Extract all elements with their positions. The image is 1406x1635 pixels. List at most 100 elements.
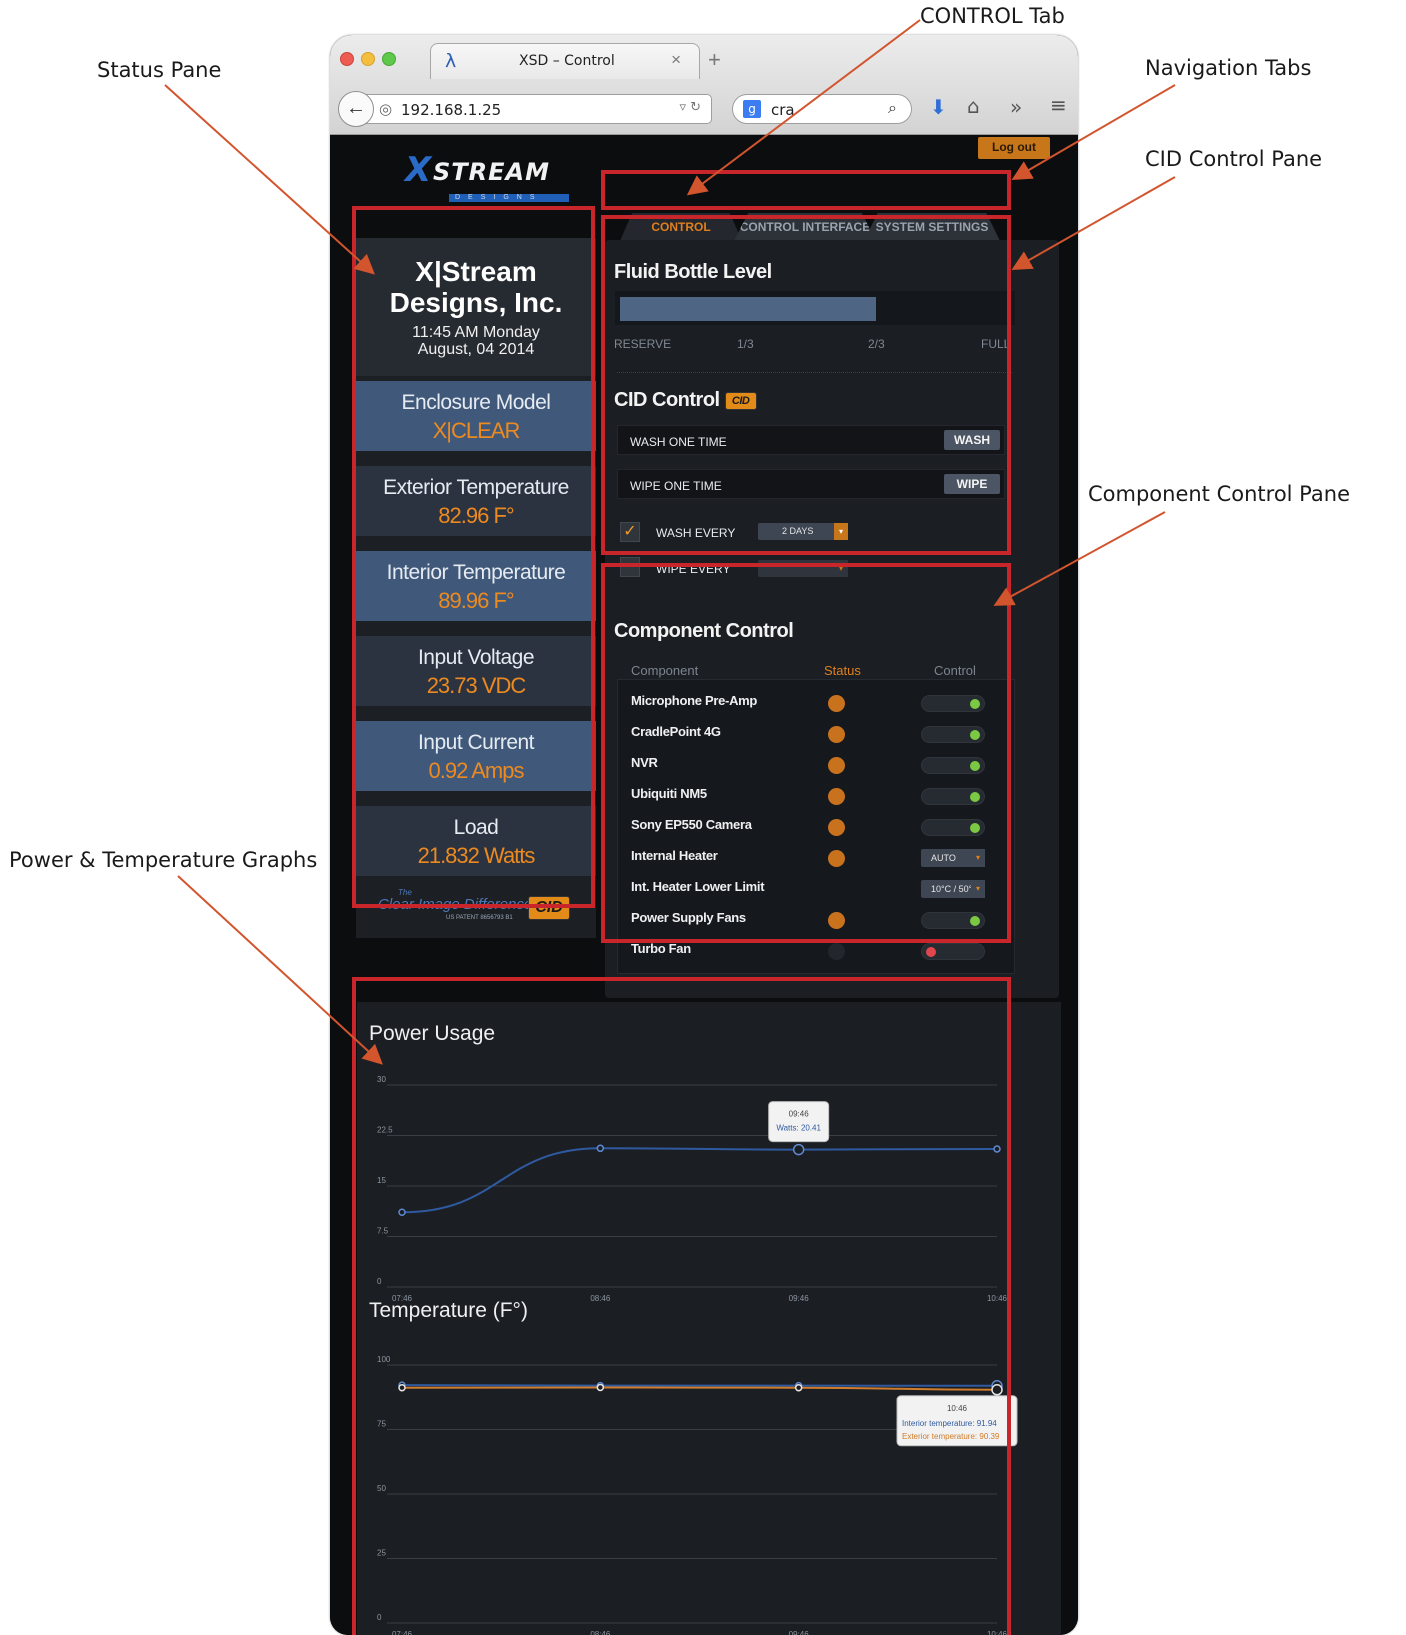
fluid-bottle-title: Fluid Bottle Level xyxy=(614,261,772,283)
column-header-component: Component xyxy=(631,663,699,678)
component-name: NVR xyxy=(631,755,658,770)
search-input[interactable]: g cra ⌕ xyxy=(732,94,912,124)
fluid-tick-full: FULL xyxy=(981,337,1011,351)
status-card-interior-temperature: Interior Temperature 89.96 F° xyxy=(356,551,596,621)
time-text: 11:45 AM Monday xyxy=(412,324,540,341)
component-name: Turbo Fan xyxy=(631,941,691,956)
fluid-tick-reserve: RESERVE xyxy=(614,337,672,351)
status-card-input-voltage: Input Voltage 23.73 VDC xyxy=(356,636,596,706)
tooltip-interior: Interior temperature: 91.94 xyxy=(902,1419,997,1428)
wash-button[interactable]: WASH xyxy=(944,430,1000,450)
x-tick-label: 09:46 xyxy=(789,1294,810,1303)
status-indicator xyxy=(828,788,845,805)
status-indicator xyxy=(828,850,845,867)
cid-control-title-text: CID Control xyxy=(614,389,720,411)
new-tab-icon[interactable]: + xyxy=(708,47,721,73)
status-pane: X|Stream Designs, Inc. 11:45 AM Monday Aug… xyxy=(356,238,596,938)
status-card-enclosure-model: Enclosure Model X|CLEAR xyxy=(356,381,596,451)
x-tick-label: 10:46 xyxy=(987,1630,1008,1635)
component-toggle[interactable] xyxy=(921,943,985,960)
x-tick-label: 07:46 xyxy=(392,1294,413,1303)
component-select-value: AUTO xyxy=(931,853,956,863)
component-select[interactable]: AUTO ▾ xyxy=(921,849,985,867)
tab-control[interactable]: CONTROL xyxy=(620,213,742,241)
reload-icon[interactable]: ▿ ↻ xyxy=(679,100,701,115)
company-line-1: X|Stream xyxy=(415,256,537,287)
callout-component-control-pane: Component Control Pane xyxy=(1088,482,1350,506)
status-header: X|Stream Designs, Inc. 11:45 AM Monday Aug… xyxy=(356,238,596,376)
fluid-level-fill xyxy=(620,297,876,321)
card-label: Exterior Temperature xyxy=(383,476,569,499)
component-select[interactable]: 10°C / 50°F ▾ xyxy=(921,880,985,898)
x-tick-label: 08:46 xyxy=(590,1630,611,1635)
toggle-knob xyxy=(926,947,936,957)
wipe-button[interactable]: WIPE xyxy=(944,474,1000,494)
graphs-panel: Power Usage Temperature (F°) 0 7.5 15 22.5 3… xyxy=(357,1002,1061,1635)
card-label: Load xyxy=(453,816,499,839)
callout-graphs: Power & Temperature Graphs xyxy=(9,848,318,872)
address-bar[interactable]: ◎ 192.168.1.25 ▿ ↻ xyxy=(364,94,712,124)
component-toggle[interactable] xyxy=(921,726,985,743)
minimize-window-button[interactable] xyxy=(361,52,375,66)
wash-every-select[interactable]: 2 DAYS ▾ xyxy=(758,523,848,540)
component-toggle[interactable] xyxy=(921,757,985,774)
browser-tab[interactable]: λ XSD – Control × xyxy=(430,43,700,79)
tooltip-time: 10:46 xyxy=(947,1404,968,1413)
overflow-icon[interactable]: » xyxy=(1010,95,1022,119)
date-text: August, 04 2014 xyxy=(417,341,535,358)
status-indicator xyxy=(828,695,845,712)
tooltip-time: 09:46 xyxy=(789,1110,810,1119)
wipe-every-select[interactable]: ▾ xyxy=(758,560,848,577)
current-time: 11:45 AM Monday August, 04 2014 xyxy=(356,324,596,358)
logo-x-mark: X xyxy=(405,150,432,190)
wash-one-time-label: WASH ONE TIME xyxy=(630,435,727,449)
chevron-down-icon: ▾ xyxy=(834,523,848,540)
tab-system-settings-label: SYSTEM SETTINGS xyxy=(875,220,989,234)
wash-every-label: WASH EVERY xyxy=(656,526,736,540)
callout-navigation-tabs: Navigation Tabs xyxy=(1145,56,1312,80)
data-point xyxy=(596,1144,605,1153)
zoom-window-button[interactable] xyxy=(382,52,396,66)
component-row: Int. Heater Lower Limit 10°C / 50°F ▾ xyxy=(618,872,1016,903)
logout-button[interactable]: Log out xyxy=(978,137,1050,159)
search-icon[interactable]: ⌕ xyxy=(888,98,897,118)
component-toggle[interactable] xyxy=(921,695,985,712)
data-point xyxy=(596,1383,605,1392)
menu-icon[interactable]: ≡ xyxy=(1050,93,1067,117)
chevron-down-icon: ▾ xyxy=(971,849,985,867)
component-name: Int. Heater Lower Limit xyxy=(631,879,765,894)
component-toggle[interactable] xyxy=(921,912,985,929)
component-name: CradlePoint 4G xyxy=(631,724,721,739)
component-row: Internal Heater AUTO ▾ xyxy=(618,841,1016,872)
tab-system-settings[interactable]: SYSTEM SETTINGS xyxy=(864,213,1000,241)
column-header-status: Status xyxy=(824,663,861,678)
cid-control-badge: CID xyxy=(724,392,757,410)
toggle-knob xyxy=(970,916,980,926)
toggle-knob xyxy=(970,730,980,740)
card-label: Input Voltage xyxy=(417,646,535,669)
download-icon[interactable]: ⬇ xyxy=(930,95,947,119)
search-text: cra xyxy=(771,101,795,119)
company-line-2: Designs, Inc. xyxy=(389,287,563,318)
column-header-control: Control xyxy=(934,663,976,678)
tab-control-interface[interactable]: CONTROL INTERFACE xyxy=(734,213,876,241)
component-toggle[interactable] xyxy=(921,788,985,805)
status-indicator xyxy=(828,726,845,743)
fluid-tick-two-thirds: 2/3 xyxy=(868,337,885,351)
browser-window: λ XSD – Control × + ◎ 192.168.1.25 ▿ ↻ ←… xyxy=(330,35,1078,1635)
close-tab-icon[interactable]: × xyxy=(671,50,681,70)
component-toggle[interactable] xyxy=(921,819,985,836)
back-button[interactable]: ← xyxy=(338,91,374,127)
wash-every-checkbox[interactable]: ✓ xyxy=(620,522,640,542)
cid-logo-text: Clear Image Difference xyxy=(378,896,533,913)
wipe-every-checkbox[interactable] xyxy=(620,557,640,577)
series-line xyxy=(401,1384,998,1387)
component-name: Power Supply Fans xyxy=(631,910,746,925)
data-point xyxy=(398,1208,406,1217)
tooltip-exterior: Exterior temperature: 90.39 xyxy=(902,1432,1000,1441)
app-viewport: Log out X STREAM DESIGNS CONTROL CONTROL… xyxy=(330,136,1078,1635)
home-icon[interactable]: ⌂ xyxy=(967,94,980,118)
close-window-button[interactable] xyxy=(340,52,354,66)
toggle-knob xyxy=(970,792,980,802)
status-card-load: Load 21.832 Watts xyxy=(356,806,596,876)
